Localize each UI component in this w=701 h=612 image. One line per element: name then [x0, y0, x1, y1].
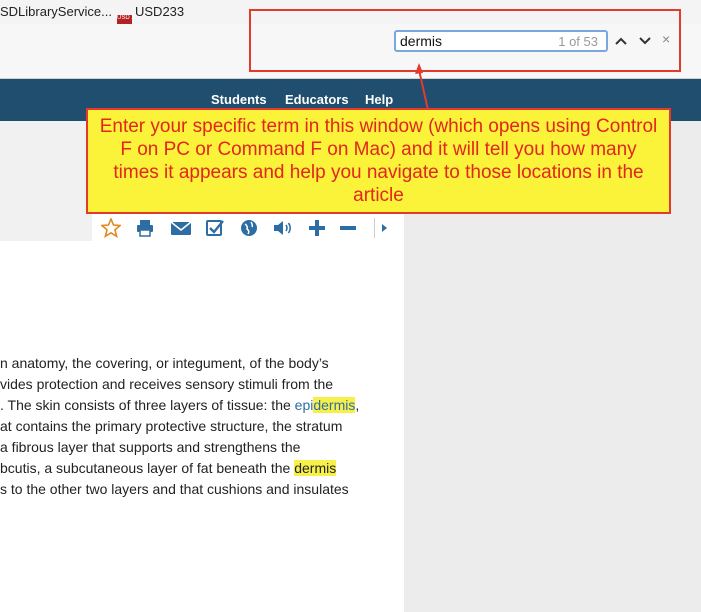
article-line: bcutis, a subcutaneous layer of fat bene… [0, 458, 404, 479]
checklist-icon[interactable] [204, 218, 226, 238]
bookmark-usd233-label: USD233 [135, 4, 185, 19]
email-icon[interactable] [170, 218, 192, 238]
plus-icon[interactable] [306, 218, 328, 238]
text-span: bcutis, a subcutaneous layer of fat bene… [0, 460, 295, 476]
print-icon[interactable] [134, 218, 156, 238]
callout-arrow [415, 63, 429, 111]
star-icon[interactable] [100, 216, 122, 239]
bookmark-library-services[interactable]: SDLibraryService... [0, 4, 112, 19]
article-line: s to the other two layers and that cushi… [0, 481, 349, 497]
nav-educators[interactable]: Educators [285, 92, 349, 107]
find-bar-highlight-box [249, 9, 681, 72]
text-span: , [355, 397, 360, 413]
epidermis-link[interactable]: epidermis [295, 397, 356, 413]
audio-icon[interactable] [272, 218, 294, 238]
arrow-right-icon[interactable] [374, 218, 392, 238]
nav-help[interactable]: Help [365, 92, 393, 107]
instruction-callout: Enter your specific term in this window … [86, 108, 671, 214]
article-line: at contains the primary protective struc… [0, 418, 343, 434]
search-highlight: dermis [294, 460, 337, 476]
article-line: n anatomy, the covering, or integument, … [0, 355, 329, 371]
article-line: . The skin consists of three layers of t… [0, 395, 404, 416]
minus-icon[interactable] [337, 218, 359, 238]
article-line: vides protection and receives sensory st… [0, 376, 334, 392]
text-span: . The skin consists of three layers of t… [0, 397, 295, 413]
search-highlight: dermis [313, 397, 356, 413]
article-text: n anatomy, the covering, or integument, … [0, 353, 404, 500]
nav-students[interactable]: Students [211, 92, 267, 107]
article-toolbar [92, 214, 404, 242]
article-line: a fibrous layer that supports and streng… [0, 439, 301, 455]
link-text: epi [294, 397, 314, 413]
globe-icon[interactable] [238, 218, 260, 238]
